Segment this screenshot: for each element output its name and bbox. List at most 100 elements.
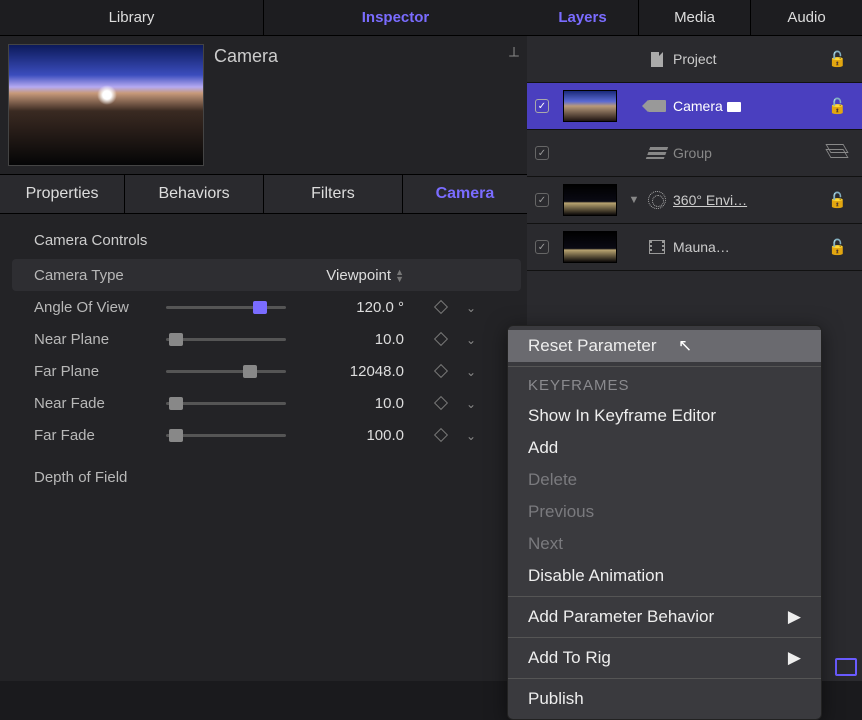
menu-separator [508,637,821,638]
window-layout-icon[interactable] [838,661,856,675]
keyframe-icon[interactable] [434,299,448,313]
visibility-checkbox[interactable]: ✓ [535,240,557,254]
menu-separator [508,678,821,679]
visibility-checkbox[interactable]: ✓ [535,146,557,160]
slider-far-plane[interactable] [166,370,286,373]
subtab-camera[interactable]: Camera [403,175,527,213]
lock-icon[interactable]: 🔓 [828,238,854,256]
top-tabs: Library Inspector [0,0,527,36]
layers-stack-icon[interactable] [828,144,854,162]
label-near-plane: Near Plane [34,331,166,348]
slider-near-plane[interactable] [166,338,286,341]
menu-separator [508,366,821,367]
camera-icon [645,100,669,112]
keyframe-icon[interactable] [434,331,448,345]
preview-thumbnail [8,44,204,166]
value-far-plane[interactable]: 12048.0 [316,363,426,380]
keyframe-icon[interactable] [434,363,448,377]
menu-next-keyframe: Next [508,528,821,560]
menu-publish[interactable]: Publish [508,683,821,715]
tab-library[interactable]: Library [0,0,264,35]
tab-audio[interactable]: Audio [751,0,862,35]
subtab-behaviors[interactable]: Behaviors [125,175,264,213]
menu-header-keyframes: KEYFRAMES [508,371,821,400]
tab-media[interactable]: Media [639,0,751,35]
layer-thumbnail [563,90,617,122]
layers-panel: Layers Media Audio Project 🔓 ✓ Camera 🔓 … [527,0,862,681]
layers-tabs: Layers Media Audio [527,0,862,36]
chevron-down-icon[interactable]: ⌄ [466,429,476,443]
layer-name: Project [669,51,828,67]
pin-icon[interactable]: ⟂ [509,44,519,61]
layer-name: Mauna… [669,239,828,255]
tab-layers[interactable]: Layers [527,0,639,35]
row-near-fade: Near Fade 10.0 ⌄ [12,387,521,419]
label-far-fade: Far Fade [34,427,166,444]
submenu-arrow-icon: ▶ [788,648,801,668]
menu-separator [508,596,821,597]
lock-icon[interactable]: 🔓 [828,97,854,115]
row-angle-of-view: Angle Of View 120.0 ° ⌄ [12,291,521,323]
value-near-plane[interactable]: 10.0 [316,331,426,348]
subtab-filters[interactable]: Filters [264,175,403,213]
layer-row-clip[interactable]: ✓ Mauna… 🔓 [527,224,862,271]
visibility-checkbox[interactable]: ✓ [535,99,557,113]
slider-far-fade[interactable] [166,434,286,437]
label-dof: Depth of Field [34,469,127,486]
submenu-arrow-icon: ▶ [788,607,801,627]
disclosure-triangle[interactable]: ▼ [623,194,645,206]
slider-angle[interactable] [166,306,286,309]
label-camera-type: Camera Type [34,267,166,284]
cursor-icon: ↖ [678,336,692,356]
layer-thumbnail [563,184,617,216]
subtab-properties[interactable]: Properties [0,175,125,213]
label-near-fade: Near Fade [34,395,166,412]
inspector-panel: Library Inspector Camera ⟂ Properties Be… [0,0,527,681]
inspector-header: Camera ⟂ [0,36,527,174]
layer-name: Camera [669,98,828,114]
visibility-checkbox[interactable]: ✓ [535,193,557,207]
chevron-down-icon[interactable]: ⌄ [466,301,476,315]
object-title: Camera [214,44,499,67]
chevron-down-icon[interactable]: ⌄ [466,333,476,347]
group-icon [645,147,669,159]
menu-add-parameter-behavior[interactable]: Add Parameter Behavior▶ [508,601,821,633]
inspector-sub-tabs: Properties Behaviors Filters Camera [0,174,527,214]
label-far-plane: Far Plane [34,363,166,380]
menu-disable-animation[interactable]: Disable Animation [508,560,821,592]
keyframe-icon[interactable] [434,427,448,441]
menu-add-to-rig[interactable]: Add To Rig▶ [508,642,821,674]
project-icon [645,52,669,67]
slider-near-fade[interactable] [166,402,286,405]
environment-360-icon [645,191,669,209]
menu-show-keyframe-editor[interactable]: Show In Keyframe Editor [508,400,821,432]
film-icon [645,240,669,254]
value-angle[interactable]: 120.0 ° [316,299,426,316]
camera-badge-icon [727,102,741,112]
lock-icon[interactable]: 🔓 [828,191,854,209]
context-menu: Reset Parameter ↖ KEYFRAMES Show In Keyf… [507,325,822,720]
row-depth-of-field[interactable]: Depth of Field [12,461,521,493]
menu-reset-parameter[interactable]: Reset Parameter ↖ [508,330,821,362]
menu-previous-keyframe: Previous [508,496,821,528]
row-near-plane: Near Plane 10.0 ⌄ [12,323,521,355]
chevron-down-icon[interactable]: ⌄ [466,365,476,379]
select-camera-type[interactable]: Viewpoint▲▼ [316,267,426,284]
keyframe-icon[interactable] [434,395,448,409]
row-far-plane: Far Plane 12048.0 ⌄ [12,355,521,387]
value-near-fade[interactable]: 10.0 [316,395,426,412]
section-title: Camera Controls [34,232,521,249]
menu-delete-keyframe: Delete [508,464,821,496]
tab-inspector[interactable]: Inspector [264,0,527,35]
layer-thumbnail [563,231,617,263]
layer-row-project[interactable]: Project 🔓 [527,36,862,83]
layer-row-group[interactable]: ✓ Group [527,130,862,177]
layer-name: 360° Envi… [669,192,828,208]
lock-icon[interactable]: 🔓 [828,50,854,68]
value-far-fade[interactable]: 100.0 [316,427,426,444]
menu-add-keyframe[interactable]: Add [508,432,821,464]
layer-row-environment[interactable]: ✓ ▼ 360° Envi… 🔓 [527,177,862,224]
camera-controls: Camera Controls Camera Type Viewpoint▲▼ … [0,214,527,493]
chevron-down-icon[interactable]: ⌄ [466,397,476,411]
layer-row-camera[interactable]: ✓ Camera 🔓 [527,83,862,130]
